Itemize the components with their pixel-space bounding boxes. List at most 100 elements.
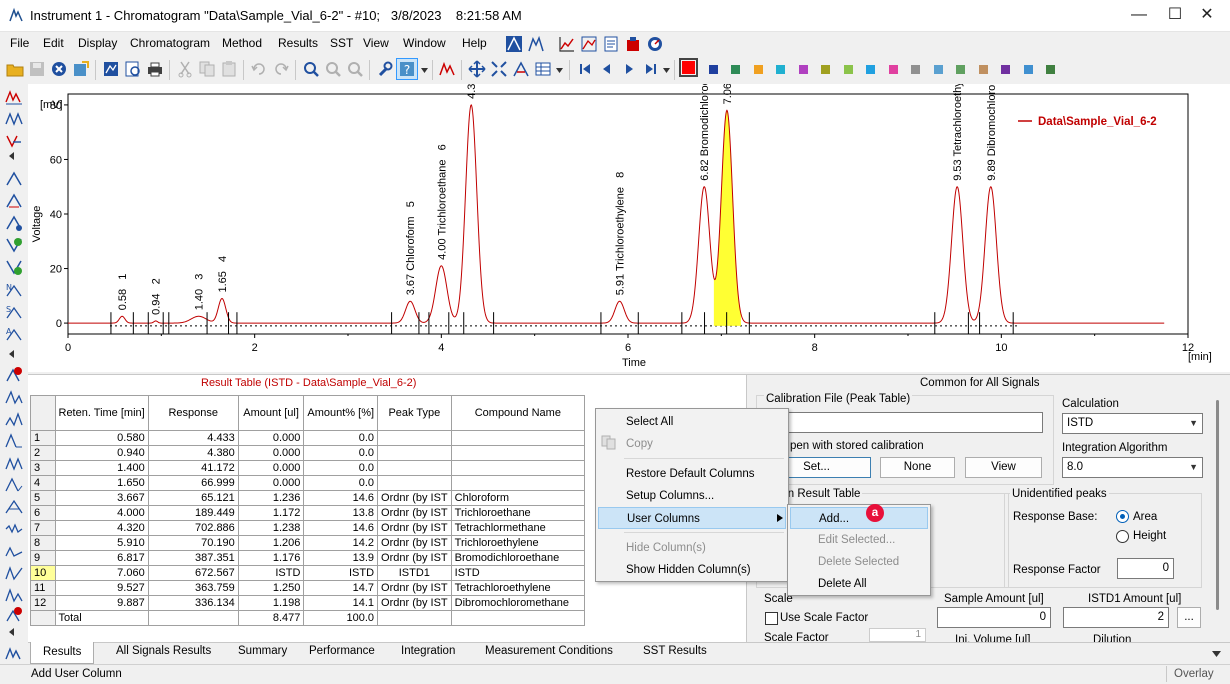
tab-sst-results[interactable]: SST Results [633, 645, 717, 657]
front-tangent-icon[interactable] [5, 388, 23, 406]
color-square[interactable] [843, 65, 853, 74]
menu-item-add[interactable]: Add... [790, 507, 928, 529]
amount-percent-cell[interactable]: 14.1 [303, 595, 379, 611]
amount-cell[interactable]: 1.250 [237, 580, 305, 596]
peak-type-cell[interactable]: Ordnr (by IST [377, 490, 452, 506]
view-button[interactable]: View [965, 457, 1042, 478]
export-icon[interactable] [72, 60, 90, 78]
tangent-icon[interactable] [5, 132, 23, 150]
reten-time-cell[interactable]: 9.527 [54, 580, 149, 596]
compound-name-cell[interactable]: Trichloroethane [450, 505, 586, 521]
menu-help[interactable]: Help [462, 36, 487, 50]
reject-peak-icon[interactable] [5, 366, 23, 384]
table-row[interactable]: 5 3.667 65.121 1.236 14.6 Ordnr (by IST Chloro… [30, 490, 586, 506]
response-factor-field[interactable]: 0 [1117, 558, 1174, 579]
compound-name-cell[interactable]: Bromodichloroethane [450, 550, 586, 566]
peak-type-cell[interactable]: Ordnr (by IST [377, 505, 452, 521]
overlay-graph-icon[interactable] [580, 35, 598, 53]
reten-time-cell[interactable]: 7.060 [54, 565, 149, 581]
peak-type-cell[interactable] [377, 460, 452, 476]
report-icon[interactable] [602, 35, 620, 53]
baseline-together-icon[interactable] [5, 454, 23, 472]
menu-results[interactable]: Results [278, 36, 318, 50]
amount-cell[interactable]: ISTD [237, 565, 305, 581]
color-square[interactable] [731, 65, 740, 74]
reten-time-cell[interactable]: 1.400 [54, 460, 149, 476]
response-cell[interactable]: 363.759 [147, 580, 239, 596]
amount-percent-cell[interactable]: 13.8 [303, 505, 379, 521]
dropdown-arrow-icon[interactable] [421, 68, 428, 74]
peak-type-cell[interactable]: Ordnr (by IST [377, 550, 452, 566]
peak-table-icon[interactable] [527, 35, 545, 53]
menu-method[interactable]: Method [222, 36, 262, 50]
reten-time-cell[interactable]: 6.817 [54, 550, 149, 566]
response-cell[interactable]: 4.380 [147, 445, 239, 461]
peak-type-cell[interactable]: Ordnr (by IST [377, 595, 452, 611]
column-header-response[interactable]: Response [147, 395, 239, 431]
column-header-compound-name[interactable]: Compound Name [450, 395, 586, 431]
response-cell[interactable]: 70.190 [147, 535, 239, 551]
compound-name-cell[interactable]: Trichloroethylene [450, 535, 586, 551]
compound-name-cell[interactable]: Dibromochloromethane [450, 595, 586, 611]
reten-time-cell[interactable]: 4.320 [54, 520, 149, 536]
table-row[interactable]: 9 6.817 387.351 1.176 13.9 Ordnr (by IST Bromo… [30, 550, 586, 566]
calculation-select[interactable]: ISTD ▼ [1062, 413, 1203, 434]
none-button[interactable]: None [880, 457, 955, 478]
result-table[interactable]: Reten. Time [min] Response Amount [ul] A… [30, 395, 586, 626]
menu-view[interactable]: View [363, 36, 389, 50]
compound-name-cell[interactable]: Chloroform [450, 490, 586, 506]
menu-item-select-all[interactable]: Select All [598, 411, 786, 433]
peak-type-cell[interactable] [377, 475, 452, 491]
integration-algorithm-select[interactable]: 8.0 ▼ [1062, 457, 1203, 478]
column-header-reten-time[interactable]: Reten. Time [min] [54, 395, 149, 431]
height-radio[interactable] [1116, 530, 1129, 543]
n-peak-icon[interactable]: N [5, 280, 23, 298]
print-preview-icon[interactable] [124, 60, 142, 78]
color-square[interactable] [708, 65, 718, 74]
collapse-arrow-icon[interactable] [8, 350, 16, 358]
add-negative-peak-icon[interactable] [5, 236, 23, 254]
row-number[interactable]: 11 [30, 580, 56, 596]
menu-item-setup-columns[interactable]: Setup Columns... [598, 485, 786, 507]
area-radio[interactable] [1116, 510, 1129, 523]
reten-time-cell[interactable]: 0.940 [54, 445, 149, 461]
skim-icon[interactable] [5, 586, 23, 604]
s-peak-icon[interactable]: S [5, 302, 23, 320]
compound-name-cell[interactable] [450, 475, 586, 491]
menu-file[interactable]: File [10, 36, 29, 50]
reten-time-cell[interactable]: 0.580 [54, 430, 149, 446]
reten-time-cell[interactable]: 4.000 [54, 505, 149, 521]
first-icon[interactable] [576, 60, 594, 78]
table-row[interactable]: 7 4.320 702.886 1.238 14.6 Ordnr (by IST Tetra… [30, 520, 586, 536]
amount-percent-cell[interactable]: 14.6 [303, 520, 379, 536]
right-panel-scrollbar[interactable] [1214, 392, 1222, 642]
tab-summary[interactable]: Summary [228, 645, 297, 657]
previous-icon[interactable] [598, 60, 616, 78]
slope-icon[interactable] [5, 564, 23, 582]
menu-window[interactable]: Window [403, 36, 446, 50]
dropdown-arrow-icon[interactable] [556, 68, 563, 74]
tab-integration[interactable]: Integration [391, 645, 465, 657]
fit-icon[interactable] [490, 60, 508, 78]
row-number[interactable]: 5 [30, 490, 56, 506]
color-square[interactable] [866, 65, 875, 74]
table-row[interactable]: 1 0.580 4.433 0.000 0.0 [30, 430, 586, 446]
manual-peak-icon[interactable] [5, 214, 23, 232]
reten-time-cell[interactable]: 3.667 [54, 490, 149, 506]
table-row[interactable]: 3 1.400 41.172 0.000 0.0 [30, 460, 586, 476]
chart-options-icon[interactable] [102, 60, 120, 78]
row-number[interactable]: 3 [30, 460, 56, 476]
response-cell[interactable]: 65.121 [147, 490, 239, 506]
zoom-icon[interactable] [302, 60, 320, 78]
response-cell[interactable]: 672.567 [147, 565, 239, 581]
table-row[interactable]: 8 5.910 70.190 1.206 14.2 Ordnr (by IST Trichl… [30, 535, 586, 551]
table-row[interactable]: 12 9.887 336.134 1.198 14.1 Ordnr (by IST Dibr… [30, 595, 586, 611]
menu-edit[interactable]: Edit [43, 36, 64, 50]
row-number[interactable]: 8 [30, 535, 56, 551]
baseline-icon[interactable] [5, 88, 23, 106]
color-square[interactable] [753, 65, 763, 74]
collapse-arrow-icon[interactable] [8, 628, 16, 636]
peak-type-cell[interactable]: Ordnr (by IST [377, 535, 452, 551]
table-row[interactable]: 11 9.527 363.759 1.250 14.7 Ordnr (by IST Tetr… [30, 580, 586, 596]
calibration-icon[interactable] [505, 35, 523, 53]
